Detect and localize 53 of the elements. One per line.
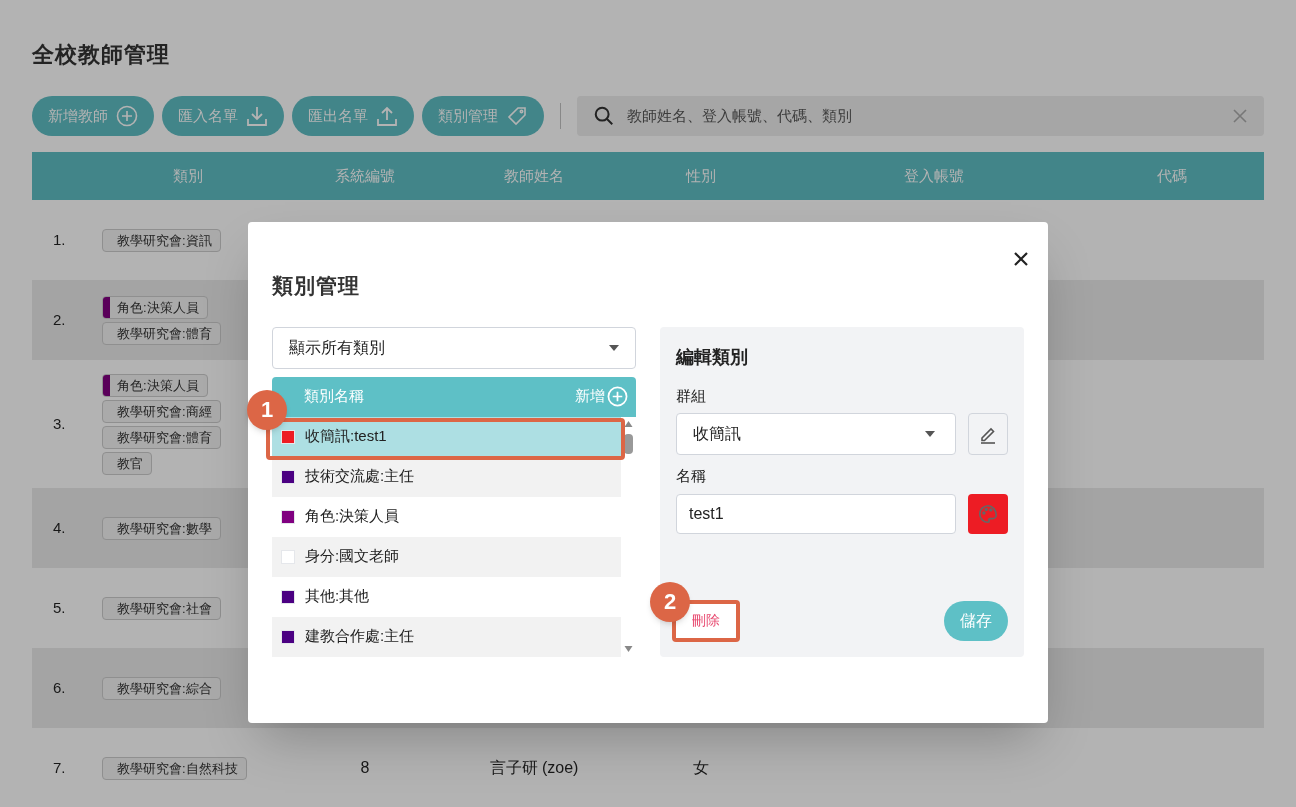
column-heading: 性別 [684,165,717,186]
row-number: 6. [52,677,67,698]
search-field[interactable]: 教師姓名、登入帳號、代碼、類別 [577,96,1264,136]
table-cell: 女 [693,759,709,776]
row-number: 7. [52,757,67,778]
dialog-title: 類別管理 [272,273,361,299]
category-tag: 教學研究會:自然科技 [102,756,247,780]
category-tag: 教學研究會:商經 [102,399,221,423]
name-input[interactable]: test1 [676,493,956,534]
category-tag: 教學研究會:數學 [102,516,221,540]
column-heading: 登入帳號 [903,165,965,186]
category-list-item[interactable]: 身分:國文老師 [272,536,621,577]
row-number: 2. [52,309,67,330]
edit-button[interactable] [968,413,1008,455]
group-dropdown[interactable]: 收簡訊 [676,413,956,455]
category-tag: 教學研究會:體育 [102,425,221,449]
row-number: 5. [52,597,67,618]
column-heading: 教師姓名 [503,165,565,186]
filter-dropdown[interactable]: 顯示所有類別 [272,326,636,369]
category-tag: 教學研究會:體育 [102,321,221,345]
search-input[interactable]: 教師姓名、登入帳號、代碼、類別 [627,104,1220,128]
download-icon [246,105,268,127]
close-icon[interactable] [1014,252,1028,266]
upload-icon [376,105,398,127]
palette-icon [977,502,999,525]
search-icon [593,105,615,127]
page-title: 全校教師管理 [32,41,172,69]
caret-icon [925,431,935,437]
category-tag: 角色:決策人員 [102,295,208,319]
category-list-item[interactable]: 建教合作處:主任 [272,616,621,657]
step-marker: 2 [650,581,690,622]
column-heading: 類別 [171,165,204,186]
column-heading: 類別名稱 [304,386,364,407]
panel-title: 編輯類別 [676,345,749,369]
category-tag: 教學研究會:綜合 [102,676,221,700]
table-cell: 8 [360,759,370,776]
table-cell: 言子研 (zoe) [489,759,579,776]
field-label: 名稱 [676,466,707,486]
tag-icon [506,105,528,127]
row-number: 3. [52,413,67,434]
plus-circle-icon [116,105,138,127]
category-tag: 教官 [102,451,152,475]
column-heading: 代碼 [1155,165,1188,186]
plus-circle-icon [607,386,628,407]
field-label: 群組 [676,385,707,406]
category-tag: 教學研究會:社會 [102,596,221,620]
category-tag: 教學研究會:資訊 [102,228,221,252]
color-button[interactable] [968,493,1008,534]
caret-icon [609,344,619,351]
category-tag: 角色:決策人員 [102,373,208,397]
row-number: 1. [52,229,67,250]
column-heading: 系統編號 [334,165,396,186]
row-number: 4. [52,517,67,538]
